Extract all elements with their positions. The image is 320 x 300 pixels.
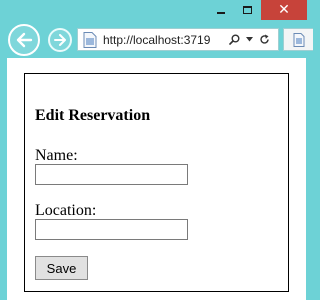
location-input[interactable] (35, 219, 188, 240)
page-icon (83, 31, 97, 48)
page-viewport: Edit Reservation Name: Location: Save (7, 58, 306, 300)
save-button[interactable]: Save (35, 256, 88, 280)
minimize-icon (217, 12, 225, 14)
forward-button[interactable] (48, 28, 72, 52)
dropdown-icon[interactable] (246, 37, 253, 42)
tab-stub[interactable] (283, 28, 313, 51)
window-controls: ✕ (208, 0, 307, 20)
minimize-button[interactable] (208, 0, 234, 20)
form-title: Edit Reservation (35, 107, 151, 124)
search-icon[interactable] (229, 34, 240, 45)
browser-window: ✕ http://localhost:3719 Edit Reservation… (0, 0, 313, 300)
close-button[interactable]: ✕ (261, 0, 307, 20)
maximize-button[interactable] (234, 0, 261, 20)
address-tools (229, 34, 270, 45)
address-bar[interactable]: http://localhost:3719 (77, 28, 279, 51)
edit-reservation-form: Edit Reservation Name: Location: Save (24, 73, 289, 292)
maximize-icon (243, 6, 252, 14)
refresh-icon[interactable] (259, 34, 270, 45)
close-icon: ✕ (278, 2, 290, 18)
forward-arrow-icon (53, 34, 66, 46)
back-button[interactable] (8, 24, 40, 56)
back-arrow-icon (16, 32, 33, 48)
name-label: Name: (35, 147, 78, 164)
url-text[interactable]: http://localhost:3719 (103, 33, 225, 47)
name-input[interactable] (35, 164, 188, 185)
location-label: Location: (35, 202, 97, 219)
page-icon (293, 32, 304, 47)
